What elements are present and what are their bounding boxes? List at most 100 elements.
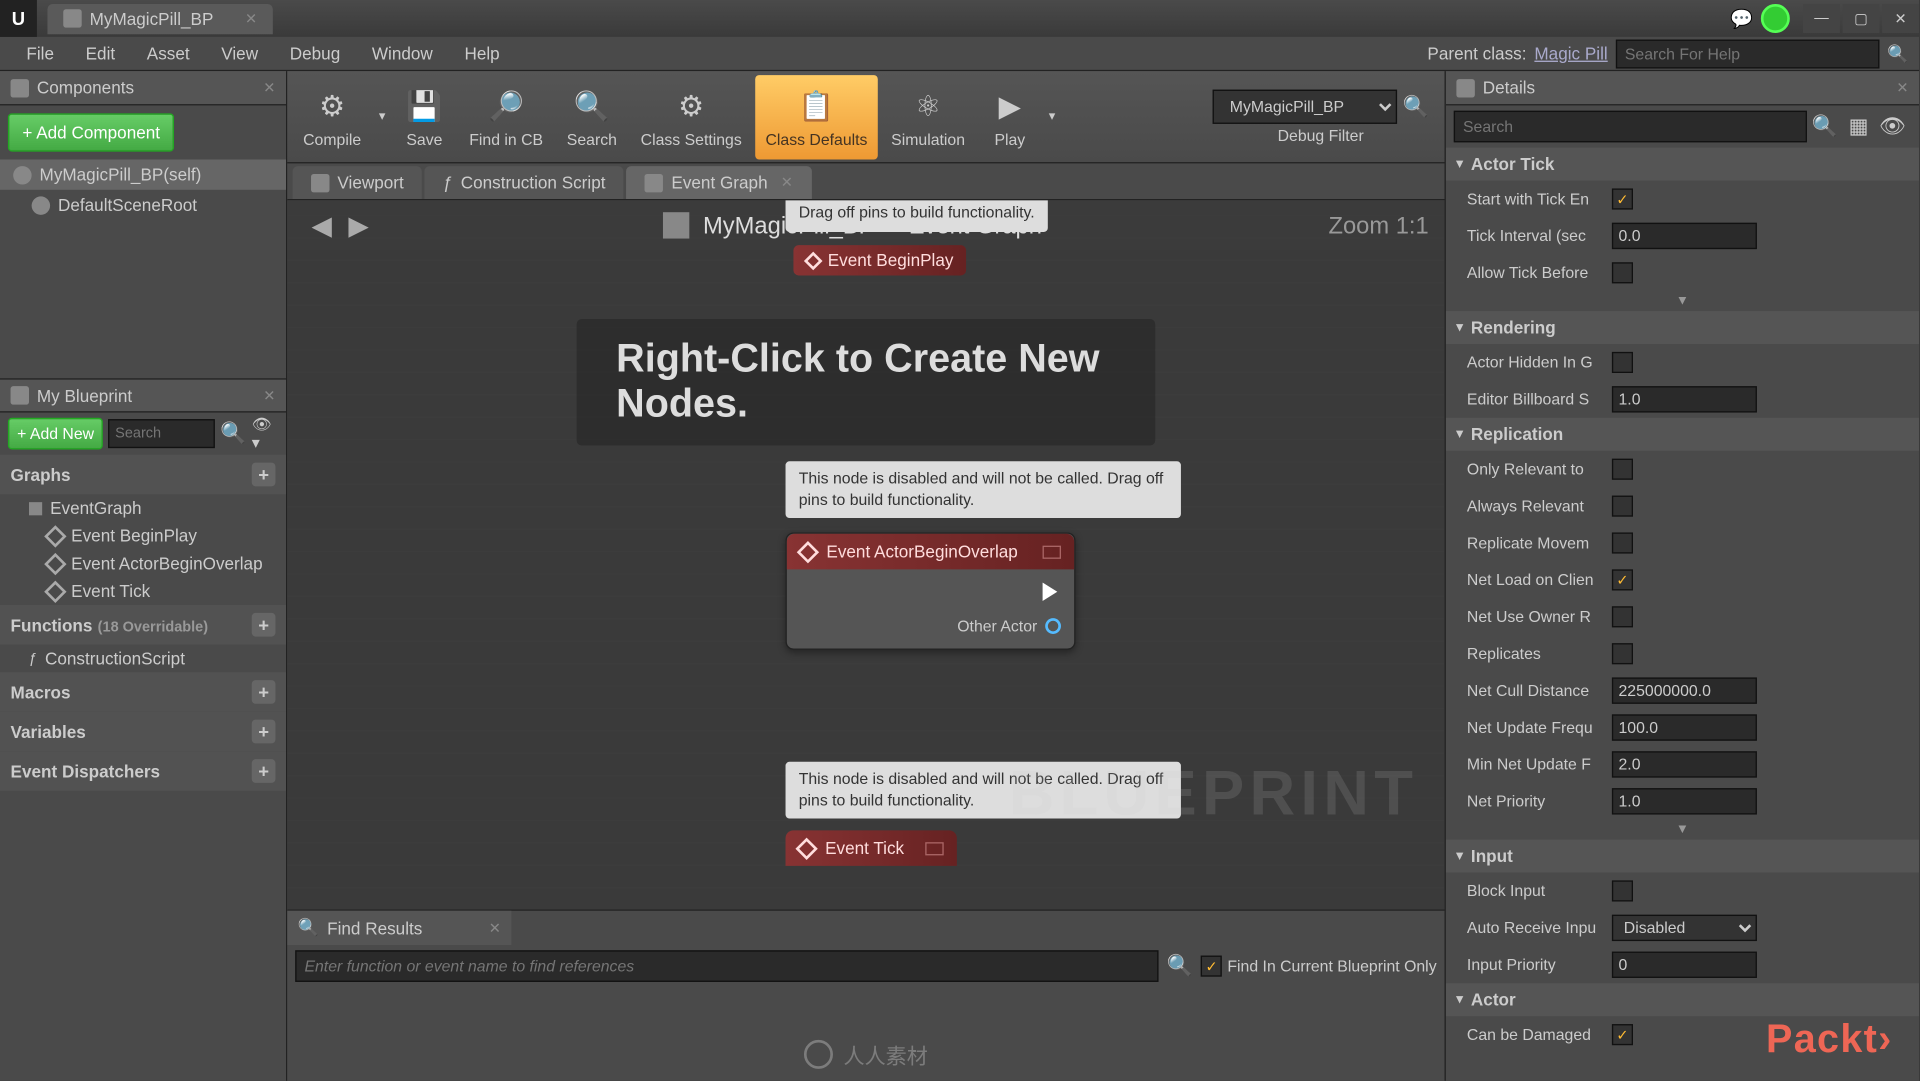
compile-button[interactable]: ⚙Compile [293,74,372,158]
blueprint-search-input[interactable] [109,419,215,448]
menu-view[interactable]: View [205,38,273,68]
menu-edit[interactable]: Edit [70,38,131,68]
replicate-movement-checkbox[interactable] [1612,532,1633,553]
close-icon[interactable]: ✕ [263,387,275,404]
tab-event-graph[interactable]: Event Graph✕ [627,166,812,199]
menu-help[interactable]: Help [449,38,516,68]
add-graph-button[interactable]: + [252,463,276,487]
eye-icon[interactable]: 👁 [1874,113,1911,139]
allow-tick-before-checkbox[interactable] [1612,262,1633,283]
expand-arrow[interactable]: ▼ [1446,291,1919,311]
can-be-damaged-checkbox[interactable]: ✓ [1612,1024,1633,1045]
search-icon[interactable]: 🔍 [1887,43,1908,64]
minimize-button[interactable]: — [1803,4,1840,33]
exec-pin-out[interactable] [800,583,1061,601]
title-tab[interactable]: MyMagicPill_BP✕ [47,3,273,33]
cat-input[interactable]: Input [1446,840,1919,873]
billboard-scale-input[interactable] [1612,386,1757,412]
pin-other-actor[interactable]: Other Actor [800,617,1061,635]
menu-file[interactable]: File [11,38,70,68]
input-priority-input[interactable] [1612,952,1757,978]
net-priority-input[interactable] [1612,788,1757,814]
expand-arrow[interactable]: ▼ [1446,820,1919,840]
net-cull-distance-input[interactable] [1612,677,1757,703]
help-search-input[interactable] [1616,39,1880,68]
cat-rendering[interactable]: Rendering [1446,311,1919,344]
node-toggle-icon[interactable] [925,842,943,855]
compile-dropdown[interactable]: ▾ [374,109,390,123]
eye-icon[interactable]: 👁▾ [252,420,278,446]
component-root[interactable]: MyMagicPill_BP(self) [0,159,286,189]
add-new-button[interactable]: + Add New [8,418,103,450]
graph-eventgraph[interactable]: EventGraph [0,494,286,522]
tab-viewport[interactable]: Viewport [293,166,423,199]
find-input[interactable] [295,950,1159,982]
debug-filter-select[interactable]: MyMagicPill_BP [1213,89,1398,123]
net-update-freq-input[interactable] [1612,714,1757,740]
add-function-button[interactable]: + [252,613,276,637]
class-defaults-button[interactable]: 📋Class Defaults [755,74,878,158]
functions-header[interactable]: Functions(18 Overridable)+ [0,605,286,645]
close-icon[interactable]: ✕ [781,174,793,191]
menu-debug[interactable]: Debug [274,38,356,68]
only-relevant-checkbox[interactable] [1612,459,1633,480]
close-icon[interactable]: ✕ [263,79,275,96]
chat-icon[interactable]: 💬 [1730,7,1753,29]
tick-interval-input[interactable] [1612,223,1757,249]
search-icon[interactable]: 🔍 [1807,113,1844,139]
graph-event-beginplay[interactable]: Event BeginPlay [0,522,286,550]
replicates-checkbox[interactable] [1612,643,1633,664]
menu-window[interactable]: Window [356,38,449,68]
node-actorbeginoverlap[interactable]: Event ActorBeginOverlap Other Actor [786,532,1076,649]
auto-receive-input-select[interactable]: Disabled [1612,915,1757,941]
tab-construction-script[interactable]: ƒConstruction Script [425,166,624,199]
close-icon[interactable]: ✕ [1896,79,1908,96]
close-icon[interactable]: ✕ [489,919,501,936]
save-button[interactable]: 💾Save [393,74,456,158]
details-tab[interactable]: Details✕ [1446,71,1919,105]
node-beginplay-header[interactable]: Event BeginPlay [793,245,966,275]
add-dispatcher-button[interactable]: + [252,759,276,783]
details-search-input[interactable] [1454,111,1807,143]
net-use-owner-checkbox[interactable] [1612,606,1633,627]
graph-event-actorbeginoverlap[interactable]: Event ActorBeginOverlap [0,550,286,578]
add-variable-button[interactable]: + [252,720,276,744]
components-tab[interactable]: Components✕ [0,71,286,105]
class-settings-button[interactable]: ⚙Class Settings [630,74,752,158]
parent-class-link[interactable]: Magic Pill [1534,43,1607,63]
nav-back-button[interactable]: ◀ [303,207,340,244]
cat-actor-tick[interactable]: Actor Tick [1446,148,1919,181]
always-relevant-checkbox[interactable] [1612,496,1633,517]
nav-forward-button[interactable]: ▶ [340,207,377,244]
graph-canvas[interactable]: Drag off pins to build functionality. ◀ … [287,200,1444,909]
find-in-current-checkbox[interactable]: ✓Find In Current Blueprint Only [1201,956,1437,977]
dispatchers-header[interactable]: Event Dispatchers+ [0,751,286,791]
node-toggle-icon[interactable] [1043,545,1061,558]
search-icon[interactable]: 🔍 [1167,953,1193,979]
cat-actor[interactable]: Actor [1446,983,1919,1016]
play-button[interactable]: ▶Play [978,74,1041,158]
function-constructionscript[interactable]: ƒConstructionScript [0,645,286,673]
graphs-header[interactable]: Graphs+ [0,455,286,495]
find-in-cb-button[interactable]: 🔎Find in CB [459,74,554,158]
maximize-button[interactable]: ▢ [1843,4,1880,33]
component-scene-root[interactable]: DefaultSceneRoot [0,190,286,220]
search-icon[interactable]: 🔍 [220,420,246,446]
my-blueprint-tab[interactable]: My Blueprint✕ [0,378,286,412]
search-button[interactable]: 🔍Search [556,74,627,158]
play-dropdown[interactable]: ▾ [1044,109,1060,123]
node-tick-header[interactable]: Event Tick [786,830,957,866]
min-net-update-input[interactable] [1612,751,1757,777]
variables-header[interactable]: Variables+ [0,712,286,752]
macros-header[interactable]: Macros+ [0,672,286,712]
find-results-tab[interactable]: 🔍Find Results✕ [287,911,511,945]
actor-hidden-checkbox[interactable] [1612,352,1633,373]
search-icon[interactable]: 🔍 [1402,93,1428,119]
add-macro-button[interactable]: + [252,680,276,704]
simulation-button[interactable]: ⚛Simulation [881,74,976,158]
close-button[interactable]: ✕ [1882,4,1919,33]
net-load-checkbox[interactable]: ✓ [1612,569,1633,590]
graph-event-tick[interactable]: Event Tick [0,577,286,605]
menu-asset[interactable]: Asset [131,38,205,68]
start-tick-checkbox[interactable]: ✓ [1612,188,1633,209]
